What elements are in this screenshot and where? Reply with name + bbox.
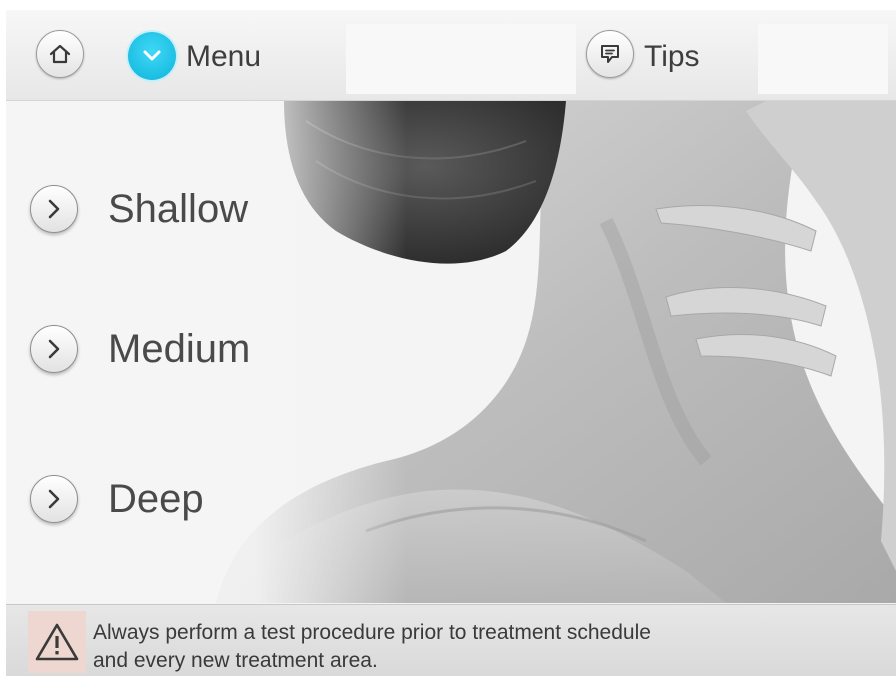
header-blank-panel [758, 24, 888, 94]
option-label[interactable]: Deep [108, 477, 204, 522]
top-bar: Menu Tips [6, 10, 896, 101]
chevron-right-icon [48, 199, 60, 219]
chevron-right-button[interactable] [30, 325, 78, 373]
home-button[interactable] [36, 30, 84, 78]
tips-label[interactable]: Tips [644, 40, 700, 74]
option-medium[interactable]: Medium [30, 325, 250, 373]
warning-triangle-icon [35, 623, 79, 661]
chevron-right-icon [48, 339, 60, 359]
option-shallow[interactable]: Shallow [30, 185, 248, 233]
menu-button[interactable] [128, 32, 176, 80]
warning-line-1: Always perform a test procedure prior to… [93, 621, 651, 644]
chevron-right-button[interactable] [30, 475, 78, 523]
content-area: Shallow Medium Deep [6, 101, 896, 603]
tips-button[interactable] [586, 30, 634, 78]
home-icon [49, 44, 71, 64]
warning-text: Always perform a test procedure prior to… [93, 619, 793, 675]
chevron-right-icon [48, 489, 60, 509]
option-label[interactable]: Shallow [108, 187, 248, 232]
chevron-down-icon [143, 50, 161, 61]
header-blank-panel [346, 24, 576, 94]
warning-icon-box [28, 611, 86, 673]
speech-bubble-icon [601, 45, 619, 63]
warning-line-2: and every new treatment area. [93, 649, 378, 672]
treatment-depth-screen: Menu Tips Shallow Medium Deep Always per… [6, 10, 896, 676]
chevron-right-button[interactable] [30, 185, 78, 233]
option-label[interactable]: Medium [108, 327, 250, 372]
menu-label[interactable]: Menu [186, 40, 261, 74]
option-deep[interactable]: Deep [30, 475, 204, 523]
warning-bar: Always perform a test procedure prior to… [6, 604, 896, 676]
